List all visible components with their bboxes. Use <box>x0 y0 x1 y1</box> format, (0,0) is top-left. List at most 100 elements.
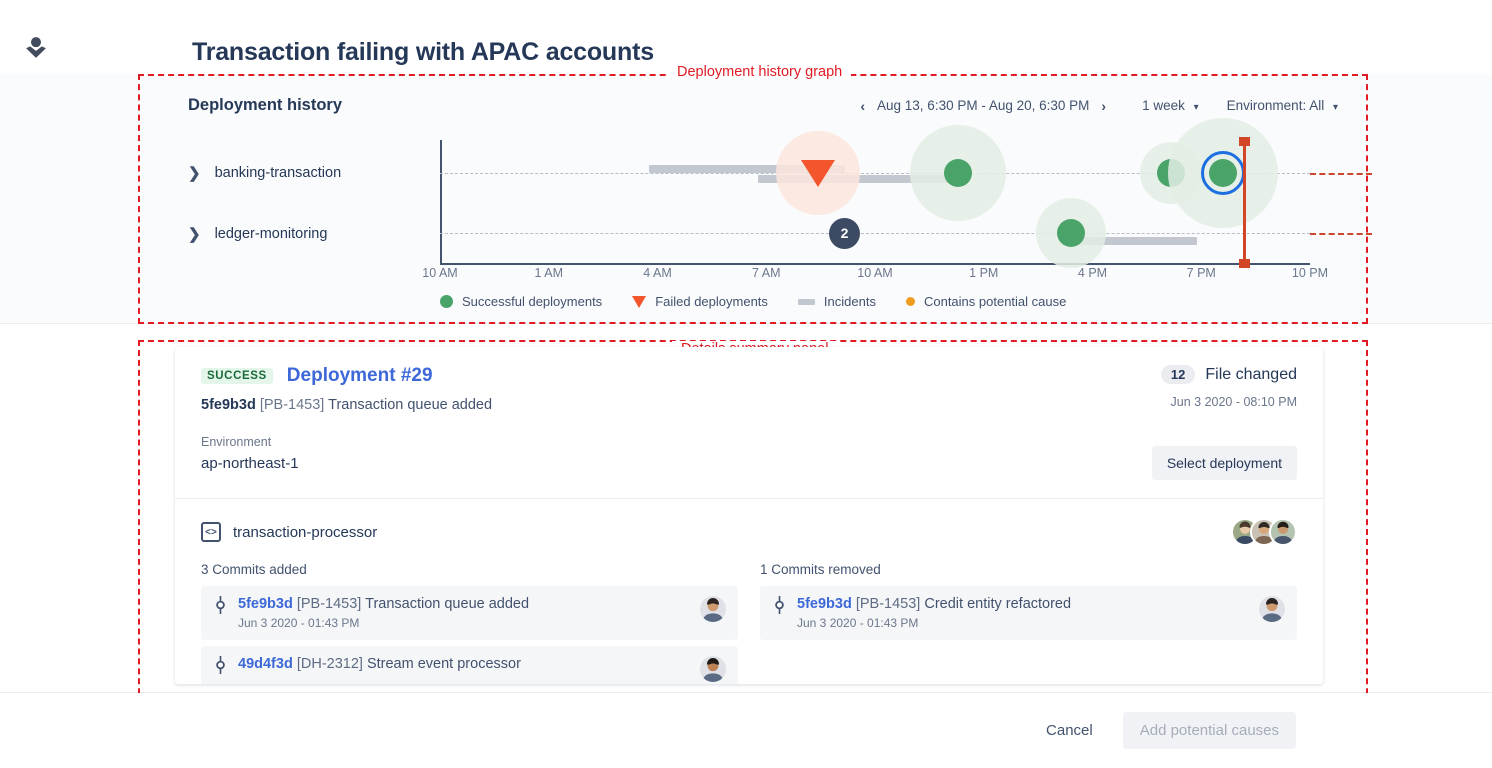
commit-hash[interactable]: 49d4f3d <box>238 656 293 672</box>
x-tick-label: 1 PM <box>969 266 999 280</box>
commit-message: Transaction queue added <box>365 596 530 612</box>
lane-gridline-1-highlight <box>1310 173 1372 175</box>
commit-timestamp: Jun 3 2020 - 01:43 PM <box>797 616 919 630</box>
avatar[interactable] <box>1269 518 1297 546</box>
chevron-right-icon[interactable]: › <box>1093 98 1114 114</box>
deployment-title[interactable]: Deployment #29 <box>287 365 433 387</box>
repo-row: <> transaction-processor <box>201 518 1297 546</box>
details-summary-card: SUCCESS Deployment #29 5fe9b3d [PB-1453]… <box>175 347 1323 684</box>
successful-deployment-marker[interactable] <box>1056 219 1085 247</box>
commit-message: Credit entity refactored <box>924 596 1072 612</box>
add-potential-causes-button[interactable]: Add potential causes <box>1122 712 1296 749</box>
legend-item: Failed deployments <box>632 294 768 309</box>
environment-filter-label: Environment: All <box>1226 98 1325 113</box>
interval-dropdown[interactable]: 1 week ▾ <box>1114 98 1199 113</box>
commits-added-list: 5fe9b3d [PB-1453] Transaction queue adde… <box>201 586 738 684</box>
repo-section: <> transaction-processor 3 Commits added… <box>175 500 1323 684</box>
repo-left: <> transaction-processor <box>201 522 377 542</box>
commits-removed-title: 1 Commits removed <box>760 562 881 577</box>
commit-content: 5fe9b3d [PB-1453] Credit entity refactor… <box>797 596 1247 630</box>
environment-dropdown[interactable]: Environment: All ▾ <box>1199 98 1338 113</box>
commit-line: 5fe9b3d [PB-1453] Transaction queue adde… <box>238 596 688 612</box>
commit-added-item[interactable]: 5fe9b3d [PB-1453] Transaction queue adde… <box>201 586 738 640</box>
deployment-timeline-chart[interactable]: 2 <box>440 118 1372 268</box>
legend-marker-dot <box>440 295 453 308</box>
deployment-header: SUCCESS Deployment #29 5fe9b3d [PB-1453]… <box>175 347 1323 494</box>
select-deployment-button[interactable]: Select deployment <box>1151 446 1297 480</box>
legend-label: Successful deployments <box>462 294 603 309</box>
deployment-commit-line: 5fe9b3d [PB-1453] Transaction queue adde… <box>201 397 1297 413</box>
date-range-label: Aug 13, 6:30 PM - Aug 20, 6:30 PM <box>877 98 1090 113</box>
legend-label: Incidents <box>823 294 876 309</box>
time-marker-line[interactable] <box>1243 137 1247 265</box>
commit-columns: 3 Commits added 5fe9b3d [PB-1453] Transa… <box>201 562 1297 684</box>
x-axis-ticks: 10 AM 1 AM 4 AM 7 AM 10 AM 1 PM 4 PM 7 PM 10 PM <box>422 266 1328 284</box>
environment-value: ap-northeast-1 <box>201 455 299 472</box>
commit-content: 49d4f3d [DH-2312] Stream event processor <box>238 656 688 672</box>
commits-added-title: 3 Commits added <box>201 562 307 577</box>
chevron-right-icon[interactable]: ❯ <box>188 164 201 182</box>
legend-marker-tri <box>632 295 647 308</box>
avatar[interactable] <box>700 656 726 682</box>
commit-node-icon <box>774 596 785 620</box>
environment-label: Environment <box>201 435 272 449</box>
chevron-left-icon[interactable]: ‹ <box>852 98 873 114</box>
page-title: Transaction failing with APAC accounts <box>192 38 654 66</box>
service-row-ledger-monitoring[interactable]: ❯ ledger-monitoring <box>188 225 327 243</box>
chevron-right-icon[interactable]: ❯ <box>188 225 201 243</box>
x-tick-label: 4 AM <box>643 266 672 280</box>
incident-count-badge[interactable]: 2 <box>829 217 861 249</box>
x-tick-label: 7 AM <box>752 266 781 280</box>
x-tick-label: 1 AM <box>534 266 564 280</box>
cancel-button[interactable]: Cancel <box>1036 713 1103 748</box>
chart-legend: Successful deployments Failed deployments… <box>440 294 1066 309</box>
deployment-header-right: 12 File changed Jun 3 2020 - 08:10 PM Se… <box>1151 365 1297 480</box>
commit-content: 5fe9b3d [PB-1453] Transaction queue adde… <box>238 596 688 630</box>
x-tick-label: 10 PM <box>1291 266 1329 280</box>
deployment-commit-hash: 5fe9b3d <box>201 397 256 413</box>
commit-hash[interactable]: 5fe9b3d <box>238 596 293 612</box>
commit-added-item[interactable]: 49d4f3d [DH-2312] Stream event processor <box>201 646 738 684</box>
card-divider <box>175 498 1323 499</box>
commit-message: Stream event processor <box>366 656 521 672</box>
code-icon: <> <box>201 522 221 542</box>
lane-gridline-2-highlight <box>1310 233 1372 235</box>
graph-title: Deployment history <box>188 96 343 114</box>
graph-controls: ‹ Aug 13, 6:30 PM - Aug 20, 6:30 PM › 1 … <box>852 98 1338 114</box>
successful-deployment-marker[interactable] <box>943 159 972 187</box>
deployment-commit-ticket: [PB-1453] <box>259 397 325 413</box>
annotation-label-graph: Deployment history graph <box>668 64 852 80</box>
graph-header: Deployment history ‹ Aug 13, 6:30 PM - A… <box>188 96 1338 115</box>
legend-item: Incidents <box>797 294 876 309</box>
person-icon[interactable] <box>20 32 52 64</box>
file-changed-row: 12 File changed <box>1152 365 1297 384</box>
commit-node-icon <box>215 596 226 620</box>
commit-line: 5fe9b3d [PB-1453] Credit entity refactor… <box>797 596 1247 612</box>
commits-added-column: 3 Commits added 5fe9b3d [PB-1453] Transa… <box>201 562 738 684</box>
commits-removed-list: 5fe9b3d [PB-1453] Credit entity refactor… <box>760 586 1297 640</box>
avatar[interactable] <box>700 596 726 622</box>
avatar[interactable] <box>1259 596 1285 622</box>
status-badge: SUCCESS <box>201 368 273 384</box>
commit-hash[interactable]: 5fe9b3d <box>797 596 852 612</box>
contributor-avatars <box>1231 518 1297 546</box>
commit-ticket: [DH-2312] <box>296 656 363 672</box>
selected-deployment-ring[interactable] <box>1201 151 1245 195</box>
legend-marker-bar <box>797 298 815 305</box>
service-row-banking-transaction[interactable]: ❯ banking-transaction <box>188 164 341 182</box>
repo-name[interactable]: transaction-processor <box>233 524 377 541</box>
time-marker-cap <box>1239 137 1251 146</box>
commits-removed-column: 1 Commits removed 5fe9b3d [PB-1453] Cred… <box>760 562 1297 684</box>
commit-ticket: [PB-1453] <box>296 596 362 612</box>
failed-deployment-marker[interactable] <box>801 160 836 187</box>
interval-label: 1 week <box>1142 98 1185 113</box>
footer-actions: Cancel Add potential causes <box>0 693 1492 768</box>
service-label: banking-transaction <box>214 165 342 181</box>
y-axis <box>440 140 442 265</box>
commit-removed-item[interactable]: 5fe9b3d [PB-1453] Credit entity refactor… <box>760 586 1297 640</box>
legend-item: Successful deployments <box>440 294 602 309</box>
x-axis <box>440 263 1310 265</box>
x-tick-label: 10 AM <box>857 266 893 280</box>
deployment-history-page: ✕ Transaction failing with APAC accounts… <box>0 0 1492 768</box>
legend-marker-sm <box>905 297 915 306</box>
